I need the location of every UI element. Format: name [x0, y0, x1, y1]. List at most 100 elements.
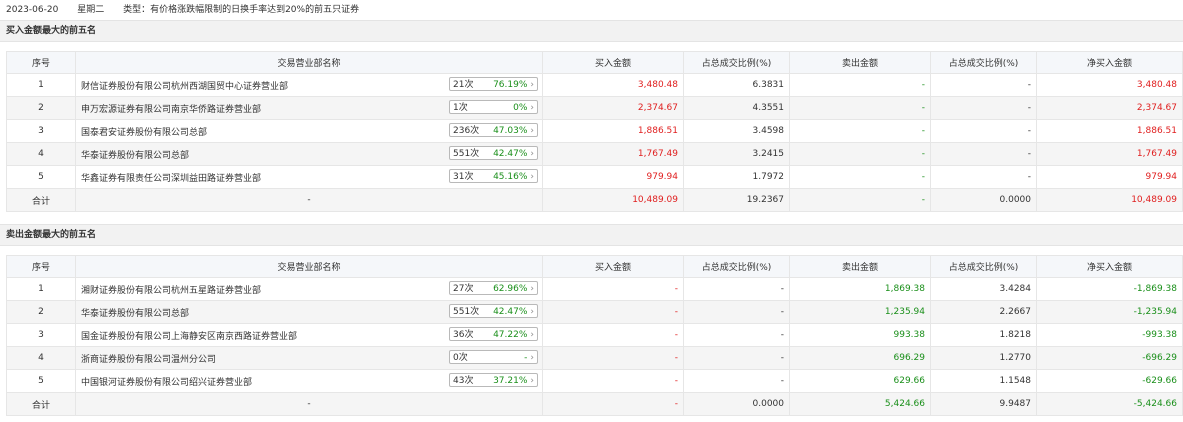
broker-win-rate: 76.19%: [493, 80, 528, 90]
sell-table-header: 序号 交易营业部名称 买入金额 占总成交比例(%) 卖出金额 占总成交比例(%)…: [6, 255, 1183, 278]
broker-name[interactable]: 国泰君安证券股份有限公司总部: [81, 125, 207, 138]
broker-cell: 湘财证券股份有限公司杭州五星路证券营业部 27次 › 62.96%: [75, 277, 543, 301]
broker-stats-pill[interactable]: 43次 › 37.21%: [449, 373, 538, 387]
col-sell-amount: 卖出金额: [789, 51, 931, 74]
row-index: 1: [6, 73, 76, 97]
buy-ratio: -: [683, 300, 790, 324]
broker-appear-count: 21次: [453, 80, 474, 90]
net-amount: -993.38: [1036, 323, 1183, 347]
broker-appear-count: 551次: [453, 149, 480, 159]
broker-name[interactable]: 中国银河证券股份有限公司绍兴证券营业部: [81, 375, 252, 388]
broker-stats-pill[interactable]: 36次 › 47.22%: [449, 327, 538, 341]
chevron-right-icon: ›: [530, 376, 534, 386]
broker-name[interactable]: 国金证券股份有限公司上海静安区南京西路证券营业部: [81, 329, 297, 342]
table-row: 4 华泰证券股份有限公司总部 551次 › 42.47% 1,767.49 3.2415- -…: [6, 142, 1183, 166]
buy-amount: -: [542, 300, 684, 324]
chevron-right-icon: ›: [530, 103, 534, 113]
broker-stats-pill[interactable]: 31次 › 45.16%: [449, 169, 538, 183]
col-buy-ratio: 占总成交比例(%): [683, 255, 790, 278]
buy-ratio: -: [683, 323, 790, 347]
broker-appear-count: 27次: [453, 284, 474, 294]
total-buy-ratio: 0.0000: [683, 392, 790, 416]
broker-name[interactable]: 华泰证券股份有限公司总部: [81, 148, 189, 161]
total-net-amount: 10,489.09: [1036, 188, 1183, 212]
broker-appear-count: 236次: [453, 126, 480, 136]
net-amount: 2,374.67: [1036, 96, 1183, 120]
sell-amount: -: [789, 142, 931, 166]
sell-ratio: -: [930, 96, 1037, 120]
table-row: 1 湘财证券股份有限公司杭州五星路证券营业部 27次 › 62.96% - -1,869.3…: [6, 277, 1183, 301]
total-sell-ratio: 9.9487: [930, 392, 1037, 416]
table-row: 5 中国银河证券股份有限公司绍兴证券营业部 43次 › 37.21% - -629.66 1.…: [6, 369, 1183, 393]
broker-win-rate: 62.96%: [493, 284, 528, 294]
total-sell-amount: -: [789, 188, 931, 212]
col-buy-amount: 买入金额: [542, 255, 684, 278]
broker-stats-pill[interactable]: 27次 › 62.96%: [449, 281, 538, 295]
sell-amount: 1,235.94: [789, 300, 931, 324]
row-index: 2: [6, 96, 76, 120]
chevron-right-icon: ›: [530, 284, 534, 294]
row-index: 1: [6, 277, 76, 301]
row-index: 4: [6, 142, 76, 166]
chevron-right-icon: ›: [530, 149, 534, 159]
broker-appear-count: 43次: [453, 376, 474, 386]
broker-stats-pill[interactable]: 236次 › 47.03%: [449, 123, 538, 137]
table-row: 3 国金证券股份有限公司上海静安区南京西路证券营业部 36次 › 47.22% - -993…: [6, 323, 1183, 347]
sell-amount: -: [789, 119, 931, 143]
buy-amount: -: [542, 369, 684, 393]
buy-amount: -: [542, 346, 684, 370]
buy-amount: -: [542, 323, 684, 347]
broker-cell: 华泰证券股份有限公司总部 551次 › 42.47%: [75, 300, 543, 324]
sell-amount: -: [789, 165, 931, 189]
buy-amount: -: [542, 277, 684, 301]
net-amount: -1,869.38: [1036, 277, 1183, 301]
total-buy-amount: 10,489.09: [542, 188, 684, 212]
broker-name[interactable]: 湘财证券股份有限公司杭州五星路证券营业部: [81, 283, 261, 296]
broker-stats-pill[interactable]: 1次 › 0%: [449, 100, 538, 114]
row-index: 3: [6, 119, 76, 143]
broker-name[interactable]: 财信证券股份有限公司杭州西湖国贸中心证券营业部: [81, 79, 288, 92]
net-amount: 1,886.51: [1036, 119, 1183, 143]
net-amount: -696.29: [1036, 346, 1183, 370]
broker-cell: 申万宏源证券有限公司南京华侨路证券营业部 1次 › 0%: [75, 96, 543, 120]
col-sell-ratio: 占总成交比例(%): [930, 51, 1037, 74]
broker-name[interactable]: 华鑫证券有限责任公司深圳益田路证券营业部: [81, 171, 261, 184]
total-sell-ratio: 0.0000: [930, 188, 1037, 212]
buy-ratio: 3.2415: [683, 142, 790, 166]
sell-section-title: 卖出金额最大的前五名: [0, 224, 1183, 246]
sell-amount: 1,869.38: [789, 277, 931, 301]
buy-ratio: -: [683, 277, 790, 301]
net-amount: -629.66: [1036, 369, 1183, 393]
buy-section-title: 买入金额最大的前五名: [0, 20, 1183, 42]
total-row: 合计 -10,489.09 19.2367-0.0000 10,489.09: [6, 188, 1183, 212]
sell-amount: 696.29: [789, 346, 931, 370]
broker-cell: 华泰证券股份有限公司总部 551次 › 42.47%: [75, 142, 543, 166]
chevron-right-icon: ›: [530, 172, 534, 182]
net-amount: 1,767.49: [1036, 142, 1183, 166]
buy-ratio: 6.3831: [683, 73, 790, 97]
broker-stats-pill[interactable]: 551次 › 42.47%: [449, 146, 538, 160]
total-buy-amount: -: [542, 392, 684, 416]
col-broker: 交易营业部名称: [75, 255, 543, 278]
broker-stats-pill[interactable]: 21次 › 76.19%: [449, 77, 538, 91]
broker-stats-pill[interactable]: 551次 › 42.47%: [449, 304, 538, 318]
broker-name[interactable]: 华泰证券股份有限公司总部: [81, 306, 189, 319]
broker-name[interactable]: 浙商证券股份有限公司温州分公司: [81, 352, 216, 365]
col-net-amount: 净买入金额: [1036, 255, 1183, 278]
broker-win-rate: -: [524, 353, 528, 363]
broker-cell: 华鑫证券有限责任公司深圳益田路证券营业部 31次 › 45.16%: [75, 165, 543, 189]
buy-ratio: 1.7972: [683, 165, 790, 189]
broker-appear-count: 0次: [453, 353, 468, 363]
buy-amount: 1,767.49: [542, 142, 684, 166]
broker-stats-pill[interactable]: 0次 › -: [449, 350, 538, 364]
table-row: 3 国泰君安证券股份有限公司总部 236次 › 47.03% 1,886.51 3.4598…: [6, 119, 1183, 143]
broker-cell: 中国银河证券股份有限公司绍兴证券营业部 43次 › 37.21%: [75, 369, 543, 393]
broker-cell: 财信证券股份有限公司杭州西湖国贸中心证券营业部 21次 › 76.19%: [75, 73, 543, 97]
sell-ratio: 1.2770: [930, 346, 1037, 370]
sell-amount: 629.66: [789, 369, 931, 393]
broker-win-rate: 47.03%: [493, 126, 528, 136]
broker-name[interactable]: 申万宏源证券有限公司南京华侨路证券营业部: [81, 102, 261, 115]
broker-win-rate: 45.16%: [493, 172, 528, 182]
table-row: 4 浙商证券股份有限公司温州分公司 0次 › - - -696.29 1.2770 -696.2…: [6, 346, 1183, 370]
broker-cell: 浙商证券股份有限公司温州分公司 0次 › -: [75, 346, 543, 370]
